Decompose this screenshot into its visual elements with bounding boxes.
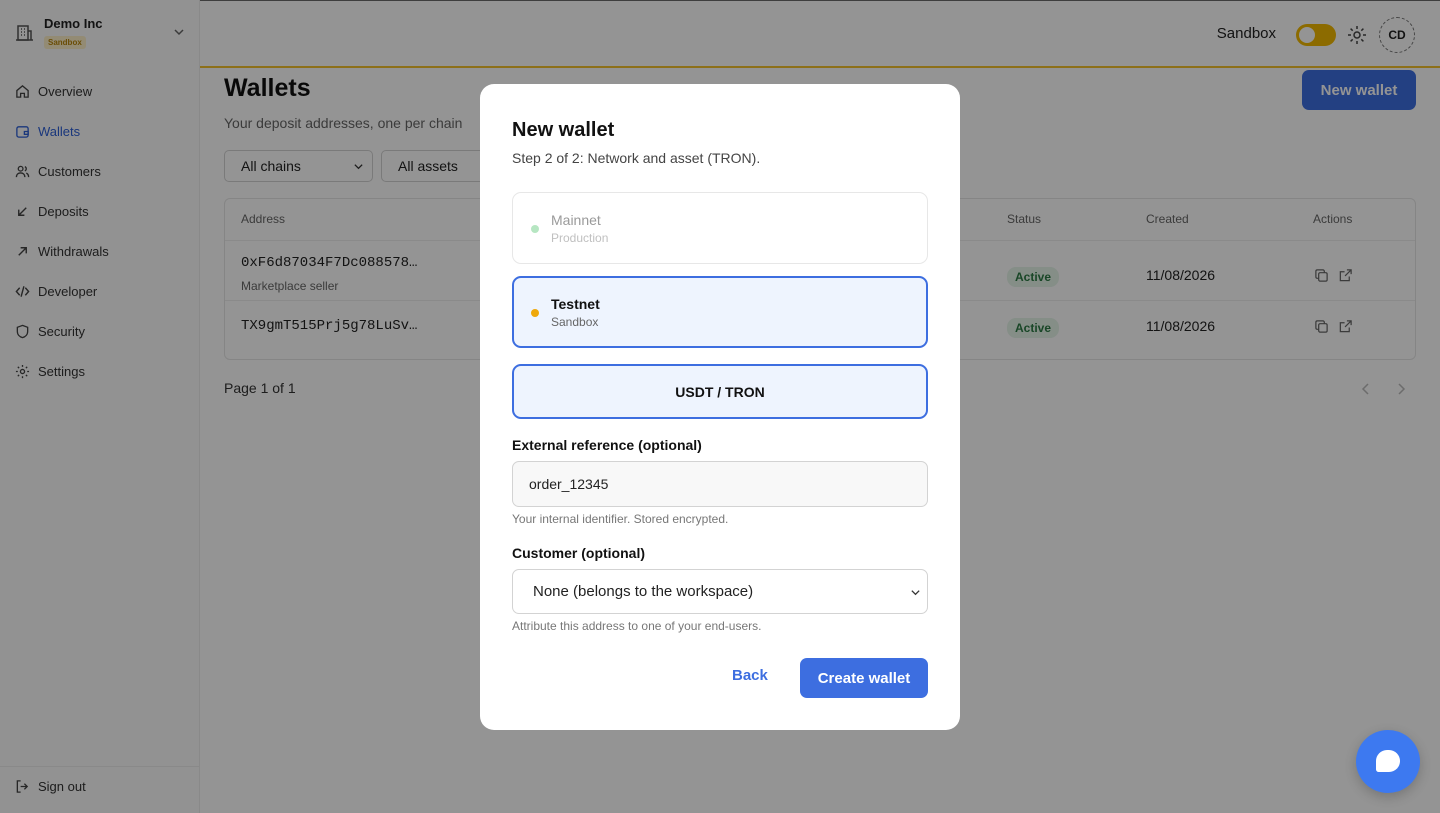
network-option-mainnet[interactable]: Mainnet Production [512, 192, 928, 264]
back-button[interactable]: Back [732, 667, 768, 684]
customer-label: Customer (optional) [512, 545, 645, 561]
asset-option[interactable]: USDT / TRON [512, 364, 928, 419]
network-option-testnet[interactable]: Testnet Sandbox [512, 276, 928, 348]
chevron-down-icon [911, 590, 920, 596]
customer-help: Attribute this address to one of your en… [512, 619, 762, 633]
customer-select[interactable]: None (belongs to the workspace) [512, 569, 928, 614]
network-env: Sandbox [551, 315, 599, 329]
network-name: Testnet [551, 296, 600, 312]
customer-select-value: None (belongs to the workspace) [533, 583, 754, 600]
chat-bubble-icon [1376, 750, 1400, 772]
chat-button[interactable] [1356, 730, 1420, 793]
network-name: Mainnet [551, 212, 601, 228]
external-reference-label: External reference (optional) [512, 437, 702, 453]
create-wallet-button[interactable]: Create wallet [800, 658, 928, 698]
external-reference-input[interactable] [512, 461, 928, 507]
status-dot [531, 309, 539, 317]
status-dot [531, 225, 539, 233]
network-env: Production [551, 231, 609, 245]
dialog-subtitle: Step 2 of 2: Network and asset (TRON). [512, 150, 761, 166]
dialog-title: New wallet [512, 119, 615, 141]
new-wallet-dialog: New wallet Step 2 of 2: Network and asse… [480, 84, 960, 730]
external-reference-help: Your internal identifier. Stored encrypt… [512, 512, 729, 526]
